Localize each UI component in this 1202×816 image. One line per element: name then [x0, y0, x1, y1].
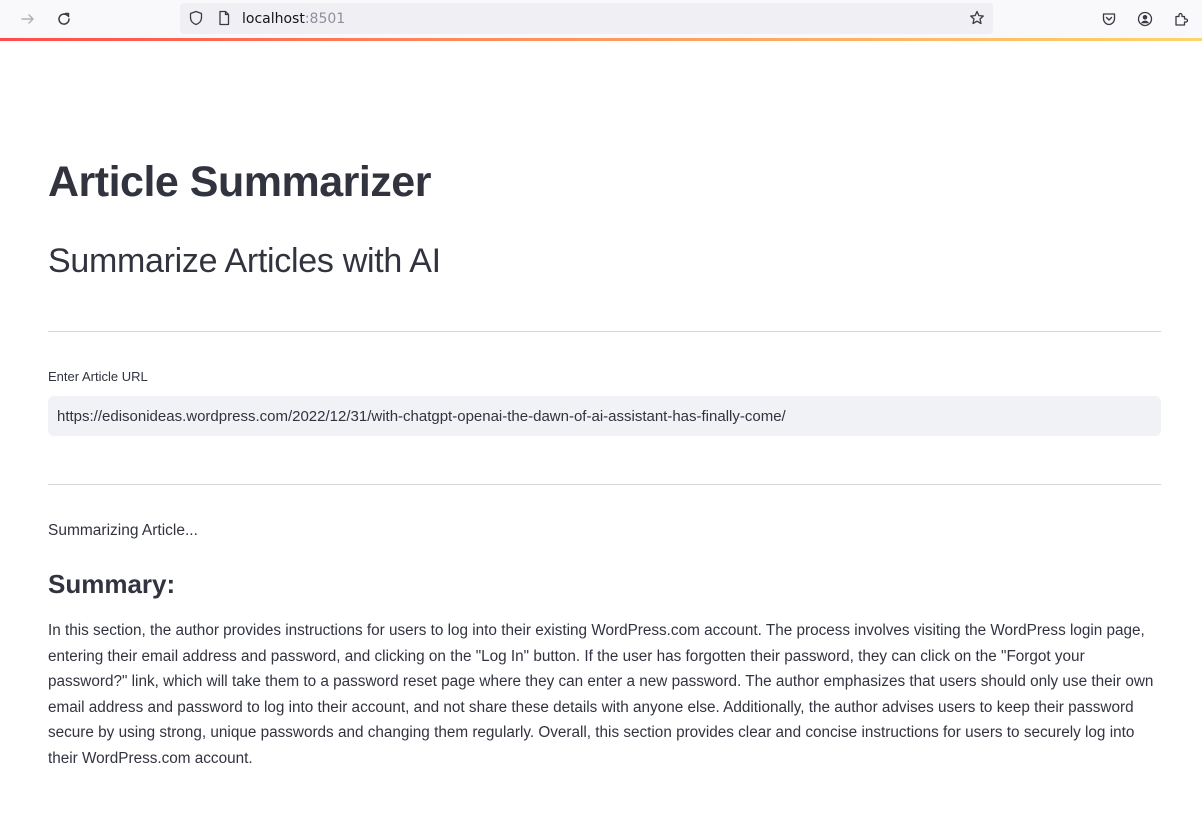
url-bar[interactable]: localhost:8501 — [180, 3, 993, 34]
pocket-button[interactable] — [1097, 7, 1121, 31]
article-url-input[interactable] — [48, 396, 1161, 436]
shield-icon[interactable] — [188, 10, 204, 26]
url-text[interactable]: localhost:8501 — [242, 11, 345, 27]
forward-button[interactable] — [16, 7, 40, 31]
summary-heading: Summary: — [48, 569, 176, 599]
account-button[interactable] — [1133, 7, 1157, 31]
pocket-icon — [1102, 13, 1116, 26]
page-title: Article Summarizer — [48, 158, 431, 206]
page-subtitle: Summarize Articles with AI — [48, 242, 441, 280]
url-host: localhost — [242, 11, 305, 27]
browser-toolbar: localhost:8501 — [0, 0, 1202, 38]
status-text: Summarizing Article... — [48, 522, 198, 539]
reload-button[interactable] — [52, 7, 76, 31]
article-url-label: Enter Article URL — [48, 369, 148, 384]
extensions-icon — [1175, 12, 1189, 26]
forward-icon — [21, 14, 34, 24]
bookmark-star-icon[interactable] — [969, 10, 985, 26]
account-icon — [1137, 11, 1153, 27]
extensions-button[interactable] — [1169, 7, 1193, 31]
reload-icon — [58, 12, 70, 25]
app-header-decoration — [0, 38, 1202, 41]
url-port: :8501 — [304, 11, 346, 27]
summary-text: In this section, the author provides ins… — [48, 622, 1154, 767]
divider — [48, 484, 1161, 485]
page-icon[interactable] — [216, 10, 232, 26]
divider — [48, 331, 1161, 332]
